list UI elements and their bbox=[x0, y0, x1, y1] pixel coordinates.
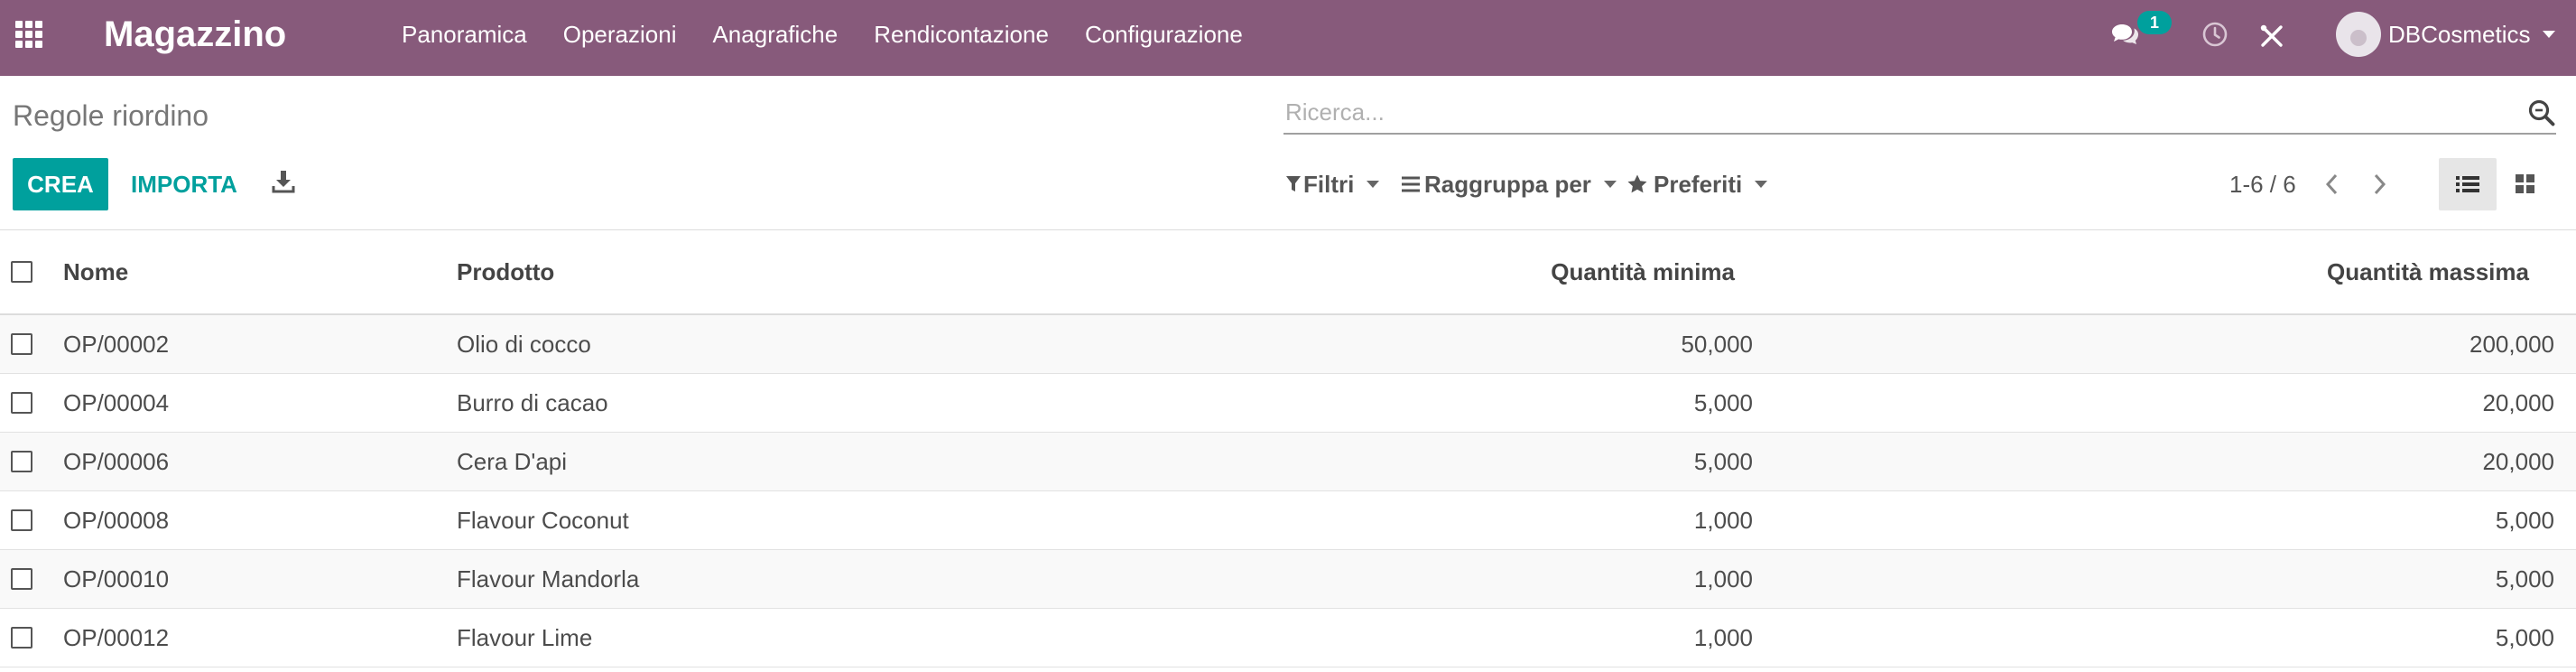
pager-next-button[interactable] bbox=[2367, 168, 2394, 201]
cell-name: OP/00012 bbox=[63, 623, 170, 651]
avatar bbox=[2336, 12, 2381, 57]
cell-max-qty: 200,000 bbox=[2469, 330, 2554, 358]
chevron-down-icon bbox=[2543, 31, 2556, 38]
search-bar bbox=[1283, 93, 2556, 135]
cell-min-qty: 1,000 bbox=[1693, 623, 1753, 651]
cell-name: OP/00010 bbox=[63, 565, 170, 593]
chevron-down-icon bbox=[1367, 181, 1380, 188]
table-row[interactable]: OP/00012 Flavour Lime 1,000 5,000 bbox=[0, 609, 2576, 667]
cell-min-qty: 5,000 bbox=[1693, 388, 1753, 416]
apps-menu-icon[interactable] bbox=[9, 14, 49, 54]
favorites-dropdown[interactable]: Preferiti bbox=[1626, 168, 1768, 201]
cell-product: Flavour Lime bbox=[457, 623, 593, 651]
filters-label: Filtri bbox=[1303, 170, 1355, 198]
cell-name: OP/00006 bbox=[63, 447, 170, 475]
column-header-name[interactable]: Nome bbox=[63, 230, 128, 313]
messages-menu[interactable]: 1 bbox=[2110, 11, 2172, 54]
cell-max-qty: 5,000 bbox=[2495, 565, 2554, 593]
menu-item-anagrafiche[interactable]: Anagrafiche bbox=[712, 21, 838, 49]
import-button[interactable]: IMPORTA bbox=[131, 158, 237, 210]
main-menu: Panoramica Operazioni Anagrafiche Rendic… bbox=[402, 14, 1279, 54]
table-row[interactable]: OP/00010 Flavour Mandorla 1,000 5,000 bbox=[0, 550, 2576, 609]
debug-tools-menu[interactable] bbox=[2258, 16, 2285, 56]
kanban-icon bbox=[2516, 174, 2534, 193]
cell-min-qty: 1,000 bbox=[1693, 565, 1753, 593]
top-navbar: Magazzino Panoramica Operazioni Anagrafi… bbox=[0, 0, 2576, 76]
user-menu[interactable]: DBCosmetics bbox=[2336, 9, 2556, 60]
menu-item-panoramica[interactable]: Panoramica bbox=[402, 21, 527, 49]
cell-min-qty: 1,000 bbox=[1693, 506, 1753, 534]
create-button[interactable]: CREA bbox=[13, 158, 108, 210]
cell-min-qty: 5,000 bbox=[1693, 447, 1753, 475]
tools-icon bbox=[2260, 24, 2283, 47]
filters-dropdown[interactable]: Filtri bbox=[1285, 168, 1380, 201]
column-header-min-qty[interactable]: Quantità minima bbox=[1444, 230, 1735, 313]
cell-max-qty: 5,000 bbox=[2495, 623, 2554, 651]
row-checkbox[interactable] bbox=[11, 374, 32, 432]
table-row[interactable]: OP/00008 Flavour Coconut 1,000 5,000 bbox=[0, 491, 2576, 550]
clock-icon bbox=[2202, 22, 2228, 47]
star-icon bbox=[1627, 174, 1647, 193]
search-icon[interactable] bbox=[2527, 98, 2556, 132]
kanban-view-button[interactable] bbox=[2498, 158, 2553, 210]
table-row[interactable]: OP/00004 Burro di cacao 5,000 20,000 bbox=[0, 374, 2576, 433]
download-icon[interactable] bbox=[271, 168, 296, 200]
chat-bubbles-icon bbox=[2112, 24, 2138, 44]
cell-product: Flavour Coconut bbox=[457, 506, 629, 534]
row-checkbox[interactable] bbox=[11, 550, 32, 608]
row-checkbox[interactable] bbox=[11, 433, 32, 490]
column-header-product[interactable]: Prodotto bbox=[457, 230, 554, 313]
table-row[interactable]: OP/00006 Cera D'api 5,000 20,000 bbox=[0, 433, 2576, 491]
cell-max-qty: 20,000 bbox=[2482, 447, 2554, 475]
cell-max-qty: 5,000 bbox=[2495, 506, 2554, 534]
column-header-max-qty[interactable]: Quantità massima bbox=[2166, 230, 2529, 313]
row-checkbox[interactable] bbox=[11, 491, 32, 549]
chevron-down-icon bbox=[1755, 181, 1768, 188]
user-name: DBCosmetics bbox=[2388, 20, 2531, 48]
list-view-button[interactable] bbox=[2439, 158, 2497, 210]
cell-min-qty: 50,000 bbox=[1681, 330, 1753, 358]
cell-product: Olio di cocco bbox=[457, 330, 591, 358]
messages-count-badge: 1 bbox=[2137, 11, 2172, 34]
favorites-label: Preferiti bbox=[1654, 170, 1743, 198]
cell-product: Cera D'api bbox=[457, 447, 568, 475]
row-checkbox[interactable] bbox=[11, 609, 32, 667]
filter-icon bbox=[1286, 176, 1301, 191]
select-all-checkbox[interactable] bbox=[11, 230, 32, 313]
group-by-dropdown[interactable]: Raggruppa per bbox=[1401, 168, 1617, 201]
cell-name: OP/00008 bbox=[63, 506, 170, 534]
app-brand[interactable]: Magazzino bbox=[104, 9, 286, 60]
chevron-left-icon bbox=[2325, 173, 2338, 195]
cell-name: OP/00002 bbox=[63, 330, 170, 358]
search-input[interactable] bbox=[1283, 93, 2497, 131]
table-row[interactable]: OP/00002 Olio di cocco 50,000 200,000 bbox=[0, 315, 2576, 374]
group-by-label: Raggruppa per bbox=[1424, 170, 1591, 198]
activities-menu[interactable] bbox=[2201, 16, 2229, 52]
list-icon bbox=[2456, 176, 2479, 192]
chevron-down-icon bbox=[1603, 181, 1617, 188]
cell-product: Flavour Mandorla bbox=[457, 565, 640, 593]
menu-item-operazioni[interactable]: Operazioni bbox=[563, 21, 677, 49]
menu-item-rendicontazione[interactable]: Rendicontazione bbox=[874, 21, 1049, 49]
cell-product: Burro di cacao bbox=[457, 388, 608, 416]
chevron-right-icon bbox=[2374, 173, 2386, 195]
table-header: Nome Prodotto Quantità minima Quantità m… bbox=[0, 229, 2576, 315]
menu-item-configurazione[interactable]: Configurazione bbox=[1085, 21, 1243, 49]
cell-max-qty: 20,000 bbox=[2482, 388, 2554, 416]
reorder-rules-table: Nome Prodotto Quantità minima Quantità m… bbox=[0, 229, 2576, 667]
pager-previous-button[interactable] bbox=[2318, 168, 2345, 201]
bars-icon bbox=[1402, 176, 1420, 192]
pager-value[interactable]: 1-6 / 6 bbox=[2229, 168, 2296, 201]
cell-name: OP/00004 bbox=[63, 388, 170, 416]
table-body: OP/00002 Olio di cocco 50,000 200,000 OP… bbox=[0, 315, 2576, 667]
page-title: Regole riordino bbox=[13, 99, 209, 132]
row-checkbox[interactable] bbox=[11, 315, 32, 373]
